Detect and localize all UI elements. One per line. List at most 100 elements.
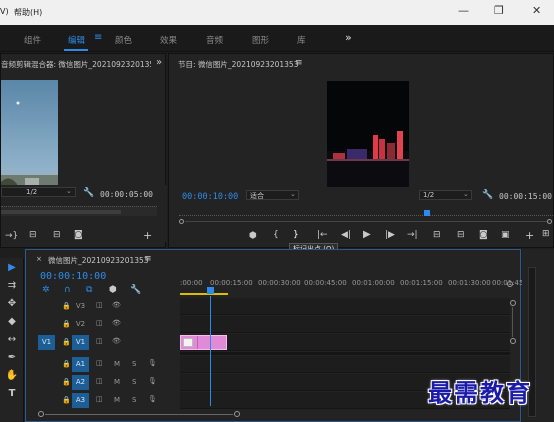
play-icon[interactable]: ▶ — [363, 229, 371, 240]
microphone-icon[interactable]: 🎙 — [148, 395, 157, 403]
source-patch-v1[interactable]: V1 — [38, 335, 55, 350]
program-current-timecode[interactable]: 00:00:10:00 — [182, 192, 238, 202]
tab-editing[interactable]: 编辑 — [68, 34, 85, 46]
lock-icon[interactable]: 🔒 — [62, 396, 71, 404]
microphone-icon[interactable]: 🎙 — [148, 377, 157, 385]
program-monitor-title[interactable]: 节目: 微信图片_20210923201353 — [178, 59, 298, 70]
horizontal-scrollbar[interactable] — [36, 410, 242, 418]
microphone-icon[interactable]: 🎙 — [148, 359, 157, 367]
wrench-icon[interactable]: 🔧 — [482, 190, 493, 200]
camera-icon[interactable]: ◙ — [74, 230, 83, 240]
camera-icon[interactable]: ◙ — [479, 230, 488, 240]
panel-overflow-icon[interactable]: » — [156, 57, 162, 68]
sync-lock-icon[interactable]: ◫ — [96, 359, 103, 367]
fit-select[interactable]: 适合 ⌄ — [246, 190, 299, 200]
sync-lock-icon[interactable]: ◫ — [96, 395, 103, 403]
sync-lock-icon[interactable]: ◫ — [96, 377, 103, 385]
hamburger-icon[interactable]: ≡ — [94, 32, 102, 43]
timeline-settings-icon[interactable]: 🔧 — [130, 285, 141, 295]
track-v2-lane[interactable] — [180, 316, 510, 333]
menu-help[interactable]: 帮助(H) — [14, 7, 42, 18]
source-zoom-select[interactable]: 1/2 ⌄ — [1, 187, 76, 197]
time-ruler[interactable]: :00:00 00:00:15:00 00:00:30:00 00:00:45:… — [180, 274, 535, 296]
solo-button[interactable]: S — [132, 378, 136, 386]
track-v3-lane[interactable] — [180, 298, 510, 315]
step-back-icon[interactable]: ◀| — [341, 230, 351, 240]
mark-out-icon[interactable]: } — [293, 230, 299, 240]
tab-audio[interactable]: 音频 — [206, 34, 223, 46]
go-to-out-icon[interactable]: →} — [5, 231, 18, 241]
nest-icon[interactable]: ✲ — [42, 285, 50, 295]
scroll-handle[interactable] — [507, 281, 513, 287]
ripple-edit-tool-icon[interactable]: ✥ — [5, 298, 19, 312]
lock-icon[interactable]: 🔒 — [62, 302, 71, 310]
tab-color[interactable]: 颜色 — [115, 34, 132, 46]
track-name[interactable]: V1 — [72, 335, 89, 350]
menu-view[interactable]: V) — [0, 7, 9, 16]
lock-icon[interactable]: 🔒 — [62, 338, 71, 346]
lock-icon[interactable]: 🔒 — [62, 378, 71, 386]
selection-tool-icon[interactable]: ▶ — [5, 262, 19, 276]
mute-button[interactable]: M — [114, 360, 120, 368]
more-workspaces-icon[interactable]: » — [345, 31, 352, 44]
timeline-timecode[interactable]: 00:00:10:00 — [40, 271, 106, 282]
add-button-icon[interactable]: + — [525, 229, 534, 242]
mute-button[interactable]: M — [114, 378, 120, 386]
sync-lock-icon[interactable]: ◫ — [96, 301, 103, 309]
sync-lock-icon[interactable]: ◫ — [96, 319, 103, 327]
track-name[interactable]: A3 — [72, 393, 89, 408]
close-icon[interactable]: × — [36, 255, 42, 263]
razor-tool-icon[interactable]: ◆ — [5, 316, 19, 330]
extract-icon[interactable]: ⊟ — [457, 230, 465, 240]
snap-icon[interactable]: ∩ — [64, 285, 71, 295]
track-name[interactable]: V3 — [72, 299, 89, 314]
eye-icon[interactable]: 👁 — [112, 301, 121, 309]
overwrite-icon[interactable]: ⊟ — [53, 230, 61, 240]
tab-graphics[interactable]: 图形 — [252, 34, 269, 46]
add-button-icon[interactable]: + — [143, 229, 152, 242]
track-v1-lane[interactable] — [180, 334, 510, 351]
insert-icon[interactable]: ⊟ — [29, 230, 37, 240]
playhead-marker[interactable] — [424, 210, 430, 216]
maximize-icon[interactable]: ❐ — [494, 4, 504, 17]
program-resolution-select[interactable]: 1/2 ⌄ — [419, 190, 472, 200]
track-name[interactable]: A1 — [72, 357, 89, 372]
panel-menu-icon[interactable]: ≡ — [144, 254, 152, 264]
solo-button[interactable]: S — [132, 360, 136, 368]
wrench-icon[interactable]: 🔧 — [83, 188, 94, 198]
lock-icon[interactable]: 🔒 — [62, 360, 71, 368]
track-name[interactable]: A2 — [72, 375, 89, 390]
button-editor-icon[interactable]: ⊞ — [542, 229, 550, 239]
step-forward-icon[interactable]: |▶ — [385, 230, 395, 240]
lift-icon[interactable]: ⊟ — [433, 230, 441, 240]
eye-icon[interactable]: 👁 — [112, 319, 121, 327]
mute-button[interactable]: M — [114, 396, 120, 404]
work-area-bar[interactable] — [180, 293, 228, 295]
playhead-handle[interactable] — [207, 287, 214, 294]
program-scrubber[interactable] — [179, 210, 554, 225]
slip-tool-icon[interactable]: ↔ — [5, 334, 19, 348]
pen-tool-icon[interactable]: ✒ — [5, 352, 19, 366]
solo-button[interactable]: S — [132, 396, 136, 404]
tab-effects[interactable]: 效果 — [160, 34, 177, 46]
eye-icon[interactable]: 👁 — [112, 337, 121, 345]
video-clip[interactable] — [180, 335, 227, 350]
mark-in-icon[interactable]: { — [273, 230, 279, 240]
hand-tool-icon[interactable]: ✋ — [5, 370, 19, 384]
tab-assembly[interactable]: 组件 — [24, 34, 41, 46]
minimize-icon[interactable]: — — [458, 4, 469, 17]
track-name[interactable]: V2 — [72, 317, 89, 332]
sync-lock-icon[interactable]: ◫ — [96, 337, 103, 345]
marker-icon[interactable]: ⬢ — [109, 285, 117, 295]
go-to-out-icon[interactable]: →| — [407, 230, 418, 240]
close-icon[interactable]: ✕ — [532, 4, 541, 17]
compare-icon[interactable]: ▣ — [501, 230, 510, 240]
tab-libraries[interactable]: 库 — [297, 34, 306, 46]
source-monitor-title[interactable]: 音频剪辑混合器: 微信图片_20210923201353 — [1, 59, 151, 70]
sequence-title[interactable]: 微信图片_20210923201353 — [48, 255, 149, 266]
track-select-tool-icon[interactable]: ⇉ — [5, 280, 19, 294]
linked-selection-icon[interactable]: ⧉ — [86, 285, 92, 295]
lock-icon[interactable]: 🔒 — [62, 320, 71, 328]
add-marker-icon[interactable]: ⬢ — [249, 231, 257, 241]
type-tool-icon[interactable]: T — [5, 388, 19, 402]
